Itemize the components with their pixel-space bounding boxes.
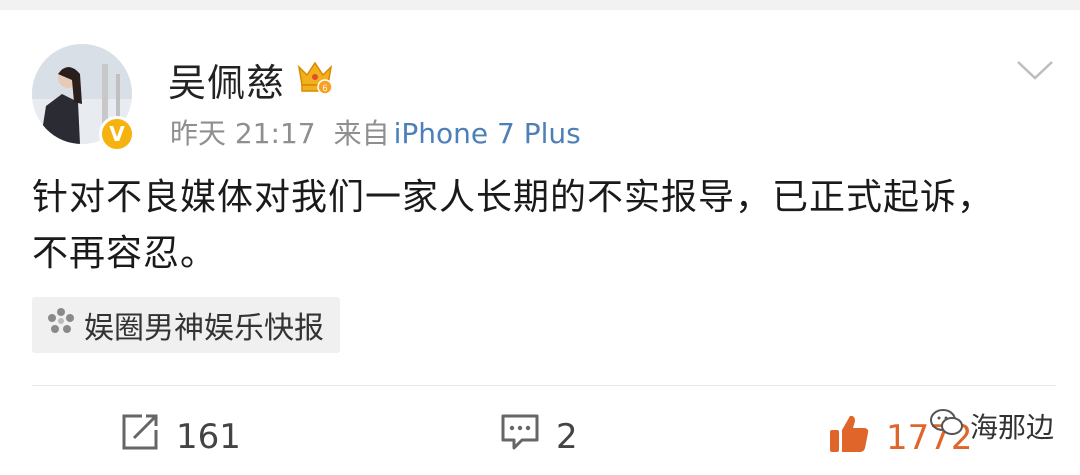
topic-flower-icon <box>46 306 76 344</box>
divider <box>32 385 1056 386</box>
post-content-line-1: 针对不良媒体对我们一家人长期的不实报导，已正式起诉， <box>32 177 995 218</box>
comment-count: 2 <box>556 416 578 457</box>
comment-button[interactable]: 2 <box>500 412 578 461</box>
repost-icon <box>120 412 160 461</box>
repost-count: 161 <box>176 416 241 457</box>
post-meta: 昨天 21:17 来自 iPhone 7 Plus <box>170 112 581 152</box>
wechat-icon <box>930 408 964 445</box>
topic-chip[interactable]: 娱圈男神娱乐快报 <box>32 297 340 353</box>
post-content: 针对不良媒体对我们一家人长期的不实报导，已正式起诉， 不再容忍。 <box>32 170 1052 282</box>
watermark-text: 海那边 <box>970 411 1055 444</box>
crown-level: 6 <box>322 83 327 93</box>
post-timestamp: 昨天 21:17 <box>170 117 316 150</box>
device-link[interactable]: iPhone 7 Plus <box>394 117 581 150</box>
vip-crown-icon[interactable]: 6 <box>295 55 335 99</box>
thumbs-up-icon <box>828 412 870 463</box>
topic-label: 娱圈男神娱乐快报 <box>84 311 324 346</box>
watermark: 海那边 <box>930 406 1054 446</box>
repost-button[interactable]: 161 <box>120 412 241 461</box>
source-prefix: 来自 <box>333 117 390 150</box>
post-content-line-2: 不再容忍。 <box>32 233 218 274</box>
top-strip <box>0 0 1080 10</box>
username[interactable]: 吴佩慈 <box>168 52 285 107</box>
verified-badge-icon: V <box>99 116 135 152</box>
comment-icon <box>500 412 540 461</box>
chevron-down-icon[interactable] <box>1016 60 1054 86</box>
